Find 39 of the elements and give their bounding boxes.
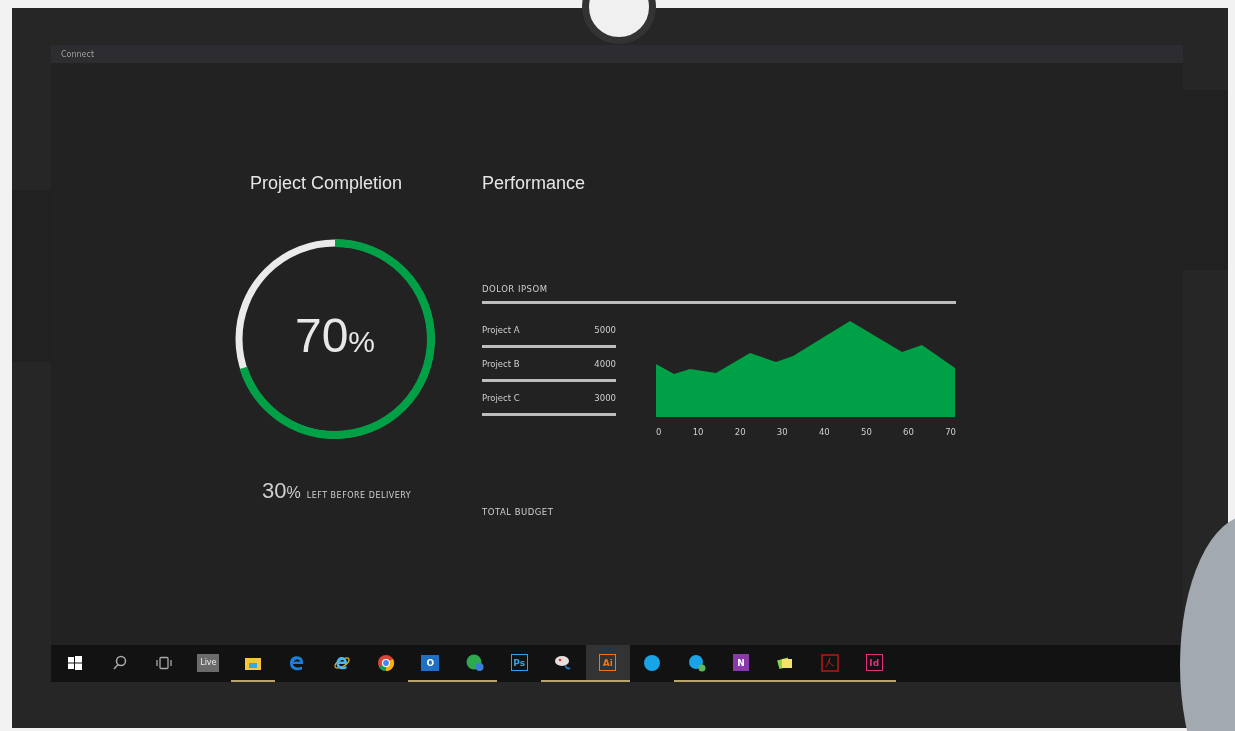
project-name: Project B — [482, 358, 520, 369]
project-name: Project A — [482, 324, 520, 335]
axis-label: 30 — [776, 427, 788, 437]
completion-percent: 70% — [293, 308, 377, 363]
axis-label: 50 — [861, 427, 872, 437]
project-value: 5000 — [594, 324, 616, 335]
taskbar-item[interactable]: Ai — [585, 645, 631, 682]
remaining-label: LEFT BEFORE DELIVERY — [306, 491, 412, 500]
app-letter-icon[interactable]: Id — [865, 654, 883, 671]
live-tile-icon[interactable]: Live — [197, 653, 220, 672]
app-letter-icon[interactable]: Ai — [599, 654, 617, 671]
taskbar-item[interactable]: Id — [852, 645, 897, 682]
axis-label: 60 — [903, 427, 914, 437]
circle-badge-icon[interactable] — [465, 653, 484, 672]
project-name: Project C — [482, 392, 520, 403]
taskbar-item[interactable]: Live — [186, 645, 231, 682]
section-title: Performance — [482, 173, 587, 194]
taskbar-item[interactable]: O — [408, 645, 453, 682]
axis-label: 20 — [734, 427, 746, 437]
project-value: 4000 — [594, 358, 616, 369]
app-letter-icon[interactable]: Ps — [510, 654, 528, 671]
remaining-percent: 30% — [262, 478, 301, 504]
section-title: Project Completion — [250, 173, 404, 194]
windows-icon[interactable] — [66, 653, 85, 672]
axis-label: 70 — [945, 427, 956, 437]
window-title: Connect — [61, 49, 95, 59]
section-label: DOLOR IPSOM — [482, 284, 549, 294]
taskbar-item[interactable]: Ps — [496, 645, 542, 682]
palette-icon[interactable] — [554, 653, 573, 672]
search-icon[interactable] — [110, 653, 129, 672]
section-label: TOTAL BUDGET — [482, 507, 555, 517]
axis-label: 0 — [656, 427, 662, 437]
taskbar-item[interactable]: N — [718, 645, 764, 682]
axis-label: 10 — [692, 427, 704, 437]
notebook-icon[interactable]: N — [733, 654, 750, 671]
chrome-circle-icon[interactable] — [376, 653, 395, 672]
axis-label: 40 — [818, 427, 830, 437]
project-value: 3000 — [594, 392, 616, 403]
mail-app-icon[interactable]: O — [421, 654, 440, 671]
